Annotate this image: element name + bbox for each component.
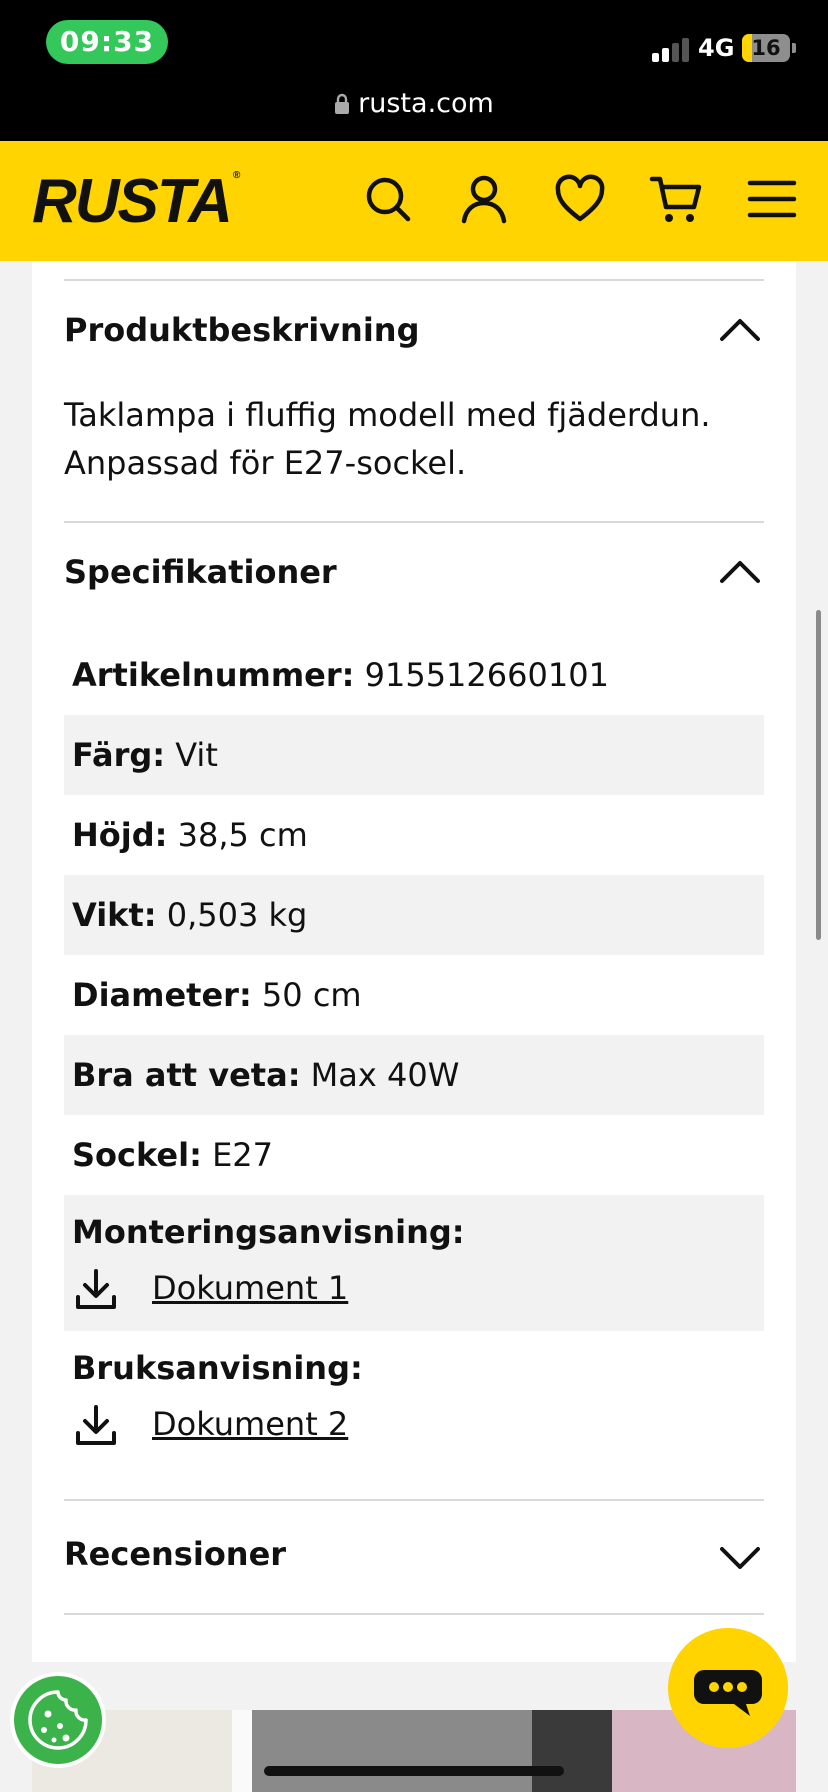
spec-row: Artikelnummer: 915512660101: [64, 635, 764, 715]
status-time: 09:33: [46, 20, 168, 64]
cart-icon[interactable]: [648, 171, 704, 227]
spec-value: E27: [212, 1136, 273, 1174]
logo-text: RUSTA: [32, 167, 233, 236]
battery-icon: 16: [742, 34, 790, 62]
divider: [64, 279, 764, 281]
chat-icon: [694, 1670, 762, 1716]
reviews-heading[interactable]: Recensioner: [64, 1535, 286, 1573]
document-link[interactable]: Dokument 2: [152, 1405, 348, 1443]
home-indicator[interactable]: [264, 1766, 564, 1776]
document-label: Monteringsanvisning:: [72, 1213, 465, 1251]
spec-value: Max 40W: [310, 1056, 460, 1094]
spec-row: Vikt: 0,503 kg: [64, 875, 764, 955]
document-row: Bruksanvisning: Dokument 2: [64, 1331, 764, 1467]
search-icon[interactable]: [360, 171, 416, 227]
specs-heading[interactable]: Specifikationer: [64, 553, 337, 591]
spec-row: Sockel: E27: [64, 1115, 764, 1195]
chevron-down-icon[interactable]: [718, 1543, 762, 1573]
chevron-up-icon[interactable]: [718, 315, 762, 345]
rusta-logo[interactable]: RUSTA ®: [32, 170, 241, 233]
spec-value: 38,5 cm: [177, 816, 308, 854]
divider: [64, 1499, 764, 1501]
spec-value: Vit: [175, 736, 218, 774]
description-text: Taklampa i fluffig modell med fjäderdun.…: [64, 396, 711, 482]
spec-row: Diameter: 50 cm: [64, 955, 764, 1035]
product-info-card: Produktbeskrivning Taklampa i fluffig mo…: [32, 261, 796, 1662]
site-header: RUSTA ®: [0, 141, 828, 261]
chat-button[interactable]: [668, 1628, 788, 1748]
spec-row: Bra att veta: Max 40W: [64, 1035, 764, 1115]
url-text: rusta.com: [358, 88, 494, 119]
logo-mark: ®: [232, 170, 241, 181]
divider: [64, 1613, 764, 1615]
network-type: 4G: [698, 34, 735, 62]
spec-label: Färg:: [72, 736, 166, 774]
chevron-up-icon[interactable]: [718, 557, 762, 587]
lock-icon: [334, 91, 350, 122]
description-heading[interactable]: Produktbeskrivning: [64, 311, 419, 349]
document-link[interactable]: Dokument 1: [152, 1269, 348, 1307]
divider: [64, 521, 764, 523]
scrollbar[interactable]: [816, 610, 821, 940]
menu-icon[interactable]: [744, 171, 800, 227]
spec-value: 915512660101: [364, 656, 609, 694]
address-bar[interactable]: rusta.com: [0, 88, 828, 122]
download-icon[interactable]: [74, 1403, 118, 1447]
spec-label: Vikt:: [72, 896, 157, 934]
battery-tip: [792, 43, 796, 53]
spec-label: Höjd:: [72, 816, 168, 854]
spec-label: Bra att veta:: [72, 1056, 301, 1094]
heart-icon[interactable]: [552, 171, 608, 227]
spec-label: Sockel:: [72, 1136, 202, 1174]
account-icon[interactable]: [456, 171, 512, 227]
spec-row: Färg: Vit: [64, 715, 764, 795]
document-row: Monteringsanvisning: Dokument 1: [64, 1195, 764, 1331]
spec-label: Artikelnummer:: [72, 656, 355, 694]
status-bar: 09:33 4G 16 rusta.com: [0, 0, 828, 141]
signal-icon: [652, 36, 692, 62]
download-icon[interactable]: [74, 1267, 118, 1311]
spec-row: Höjd: 38,5 cm: [64, 795, 764, 875]
document-label: Bruksanvisning:: [72, 1349, 363, 1387]
spec-value: 0,503 kg: [166, 896, 308, 934]
cookie-button[interactable]: [10, 1672, 106, 1768]
spec-label: Diameter:: [72, 976, 252, 1014]
spec-value: 50 cm: [261, 976, 362, 1014]
cookie-icon: [28, 1690, 88, 1750]
battery-level: 16: [751, 36, 781, 60]
